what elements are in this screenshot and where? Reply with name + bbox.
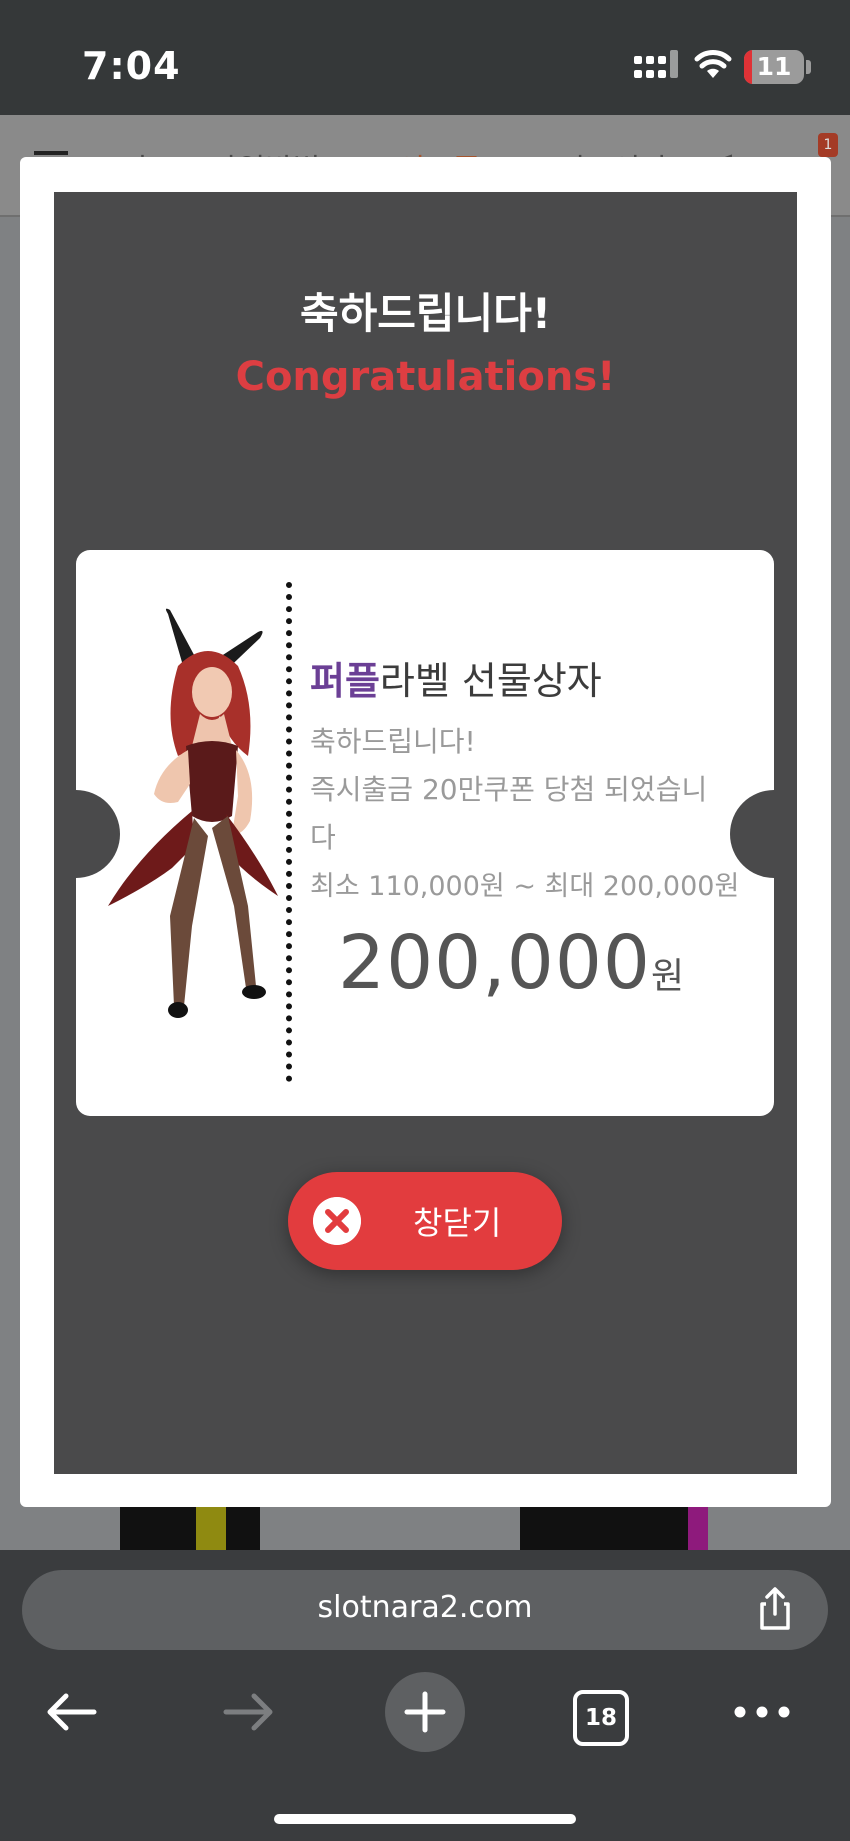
close-button-label: 창닫기 bbox=[413, 1204, 502, 1242]
ticket-perforation bbox=[286, 582, 292, 1082]
ticket-line: 다 bbox=[310, 821, 336, 854]
ticket-line: 즉시출금 20만쿠폰 당첨 되었습니 bbox=[310, 773, 708, 806]
tabs-icon[interactable]: 18 bbox=[573, 1690, 629, 1746]
forward-arrow-icon[interactable] bbox=[208, 1672, 288, 1752]
prize-amount-value: 200,000 bbox=[338, 920, 652, 1006]
prize-amount-unit: 원 bbox=[651, 956, 685, 997]
modal-title: 축하드립니다! bbox=[300, 289, 551, 338]
close-modal-button[interactable]: 창닫기 bbox=[288, 1172, 562, 1270]
share-icon[interactable] bbox=[750, 1584, 800, 1634]
prize-ticket: 퍼플라벨 선물상자 축하드립니다! 즉시출금 20만쿠폰 당첨 되었습니 다 최… bbox=[76, 550, 774, 1116]
address-bar[interactable]: slotnara2.com bbox=[22, 1570, 828, 1650]
ticket-title-highlight: 퍼플 bbox=[310, 659, 380, 703]
ticket-range: 최소 110,000원 ~ 최대 200,000원 bbox=[310, 871, 740, 902]
home-indicator bbox=[274, 1814, 576, 1824]
ticket-title-rest: 라벨 선물상자 bbox=[379, 659, 602, 703]
status-time: 7:04 bbox=[82, 44, 181, 88]
plus-icon bbox=[404, 1691, 446, 1733]
back-arrow-icon[interactable] bbox=[32, 1672, 112, 1752]
ticket-line: 축하드립니다! bbox=[310, 725, 476, 758]
modal-subtitle: Congratulations! bbox=[235, 354, 616, 400]
notification-badge: 1 bbox=[818, 133, 838, 157]
status-bar: 7:04 11 bbox=[0, 0, 850, 115]
character-illustration bbox=[108, 608, 278, 1018]
ticket-title: 퍼플라벨 선물상자 bbox=[310, 650, 602, 705]
battery-icon: 11 bbox=[744, 50, 804, 84]
new-tab-button[interactable] bbox=[385, 1672, 465, 1752]
more-icon[interactable] bbox=[722, 1672, 802, 1752]
browser-toolbar: slotnara2.com 18 bbox=[0, 1550, 850, 1841]
url-text: slotnara2.com bbox=[317, 1590, 533, 1625]
prize-amount: 200,000원 bbox=[338, 920, 684, 1006]
prize-modal: 축하드립니다! Congratulations! 퍼플라벨 선물상자 축하드립니… bbox=[20, 157, 831, 1507]
modal-panel: 축하드립니다! Congratulations! 퍼플라벨 선물상자 축하드립니… bbox=[54, 192, 797, 1474]
wifi-icon bbox=[694, 50, 732, 78]
close-x-icon bbox=[313, 1197, 361, 1245]
battery-level: 11 bbox=[756, 52, 792, 81]
menu-icon[interactable] bbox=[34, 151, 68, 155]
signal-icon bbox=[634, 50, 678, 82]
